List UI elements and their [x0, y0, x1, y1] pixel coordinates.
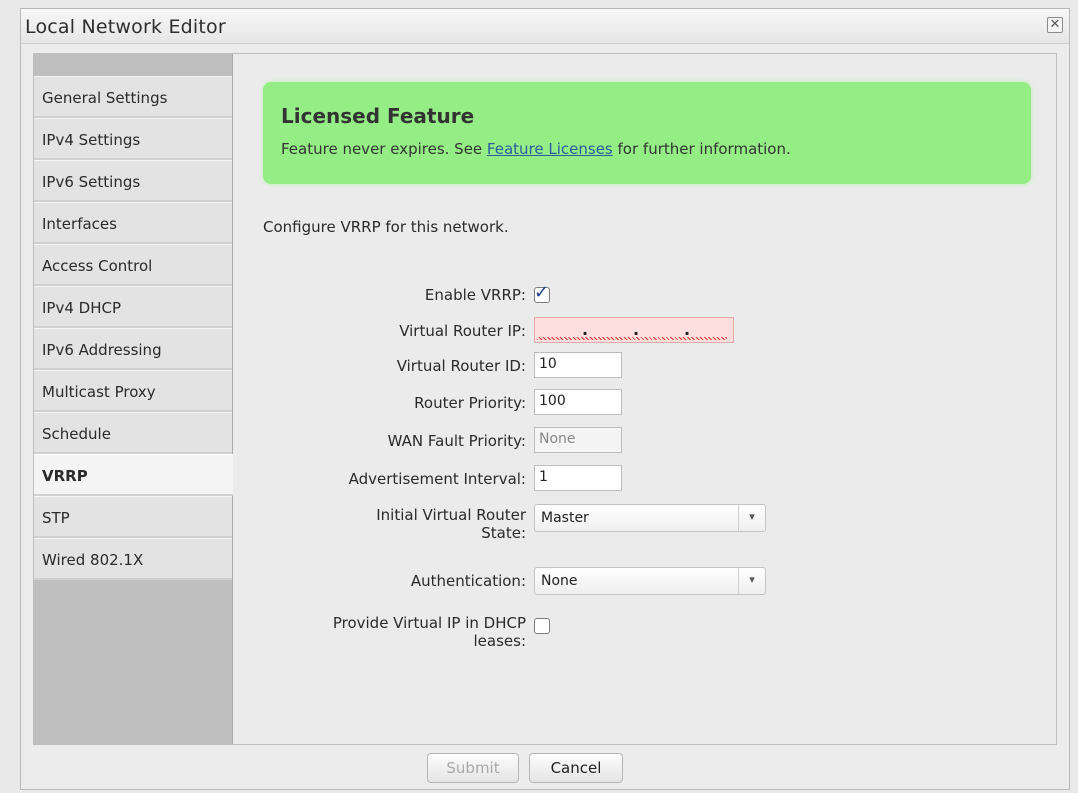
row-authentication: Authentication: None ▾	[233, 567, 973, 597]
initial-state-label-line2: State:	[481, 524, 526, 542]
row-wan-fault-priority: WAN Fault Priority: None	[233, 427, 973, 457]
license-title: Licensed Feature	[281, 104, 475, 128]
initial-state-value: Master	[541, 510, 589, 526]
submit-button[interactable]: Submit	[427, 753, 519, 783]
provide-vip-checkbox[interactable]	[534, 618, 550, 634]
wan-fault-priority-field: None	[534, 427, 622, 453]
virtual-router-id-input[interactable]: 10	[534, 352, 622, 378]
dialog-title: Local Network Editor	[25, 16, 226, 38]
row-provide-vip: Provide Virtual IP in DHCP leases:	[233, 614, 973, 664]
authentication-label: Authentication:	[410, 572, 526, 590]
virtual-router-ip-field: . . .	[534, 317, 734, 343]
sidebar-item-schedule[interactable]: Schedule	[34, 412, 232, 454]
virtual-router-id-field: 10	[534, 352, 622, 378]
row-virtual-router-id: Virtual Router ID: 10	[233, 352, 973, 382]
wan-fault-priority-input[interactable]: None	[534, 427, 622, 453]
router-priority-input[interactable]: 100	[534, 389, 622, 415]
sidebar-item-ipv4-dhcp[interactable]: IPv4 DHCP	[34, 286, 232, 328]
virtual-router-ip-input[interactable]: . . .	[534, 317, 734, 343]
router-priority-field: 100	[534, 389, 622, 415]
checkmark-icon: ✓	[534, 282, 550, 303]
provide-vip-label: Provide Virtual IP in DHCP leases:	[233, 614, 526, 650]
close-icon[interactable]: ✕	[1047, 17, 1063, 33]
row-initial-state: Initial Virtual Router State: Master ▾	[233, 504, 973, 554]
licensed-feature-banner: Licensed Feature Feature never expires. …	[263, 82, 1031, 184]
provide-vip-label-line2: leases:	[473, 632, 527, 650]
initial-state-label-line1: Initial Virtual Router	[376, 506, 526, 524]
intro-text: Configure VRRP for this network.	[263, 218, 509, 236]
initial-state-label: Initial Virtual Router State:	[233, 506, 526, 542]
sidebar-item-stp[interactable]: STP	[34, 496, 232, 538]
sidebar-item-ipv6-addressing[interactable]: IPv6 Addressing	[34, 328, 232, 370]
sidebar-item-vrrp[interactable]: VRRP	[34, 454, 233, 496]
virtual-router-id-label: Virtual Router ID:	[396, 357, 526, 375]
sidebar-item-interfaces[interactable]: Interfaces	[34, 202, 232, 244]
enable-vrrp-checkbox[interactable]: ✓	[534, 282, 550, 303]
license-text-after: for further information.	[612, 140, 791, 158]
provide-vip-field	[534, 616, 550, 634]
dialog-footer: Submit Cancel	[21, 743, 1069, 789]
authentication-field: None ▾	[534, 567, 766, 595]
feature-licenses-link[interactable]: Feature Licenses	[487, 140, 613, 158]
sidebar-item-wired-8021x[interactable]: Wired 802.1X	[34, 538, 232, 580]
authentication-value: None	[541, 573, 578, 589]
license-text: Feature never expires. See Feature Licen…	[281, 140, 1013, 158]
advertisement-interval-input[interactable]: 1	[534, 465, 622, 491]
sidebar-item-ipv4-settings[interactable]: IPv4 Settings	[34, 118, 232, 160]
local-network-editor-dialog: Local Network Editor ✕ General Settings …	[20, 8, 1070, 790]
advertisement-interval-field: 1	[534, 465, 622, 491]
provide-vip-label-line1: Provide Virtual IP in DHCP	[332, 614, 526, 632]
initial-state-select[interactable]: Master ▾	[534, 504, 766, 532]
title-bar: Local Network Editor ✕	[21, 9, 1069, 44]
initial-state-field: Master ▾	[534, 504, 766, 532]
sidebar-top-spacer	[34, 54, 232, 76]
chevron-down-icon: ▾	[738, 505, 765, 531]
sidebar-item-access-control[interactable]: Access Control	[34, 244, 232, 286]
sidebar-item-multicast-proxy[interactable]: Multicast Proxy	[34, 370, 232, 412]
sidebar: General Settings IPv4 Settings IPv6 Sett…	[34, 54, 233, 744]
spellcheck-underline	[537, 337, 727, 340]
row-advertisement-interval: Advertisement Interval: 1	[233, 465, 973, 495]
editor-content: General Settings IPv4 Settings IPv6 Sett…	[33, 53, 1057, 745]
row-virtual-router-ip: Virtual Router IP: . . .	[233, 317, 973, 347]
vrrp-panel: Licensed Feature Feature never expires. …	[233, 54, 1056, 744]
wan-fault-priority-label: WAN Fault Priority:	[387, 432, 526, 450]
row-router-priority: Router Priority: 100	[233, 389, 973, 419]
enable-vrrp-label: Enable VRRP:	[424, 286, 526, 304]
router-priority-label: Router Priority:	[414, 394, 526, 412]
license-text-before: Feature never expires. See	[281, 140, 487, 158]
sidebar-item-general-settings[interactable]: General Settings	[34, 76, 232, 118]
enable-vrrp-field: ✓	[534, 282, 550, 303]
chevron-down-icon: ▾	[738, 568, 765, 594]
authentication-select[interactable]: None ▾	[534, 567, 766, 595]
advertisement-interval-label: Advertisement Interval:	[348, 470, 526, 488]
sidebar-item-ipv6-settings[interactable]: IPv6 Settings	[34, 160, 232, 202]
cancel-button[interactable]: Cancel	[529, 753, 623, 783]
row-enable-vrrp: Enable VRRP: ✓	[233, 282, 973, 314]
virtual-router-ip-label: Virtual Router IP:	[399, 322, 526, 340]
